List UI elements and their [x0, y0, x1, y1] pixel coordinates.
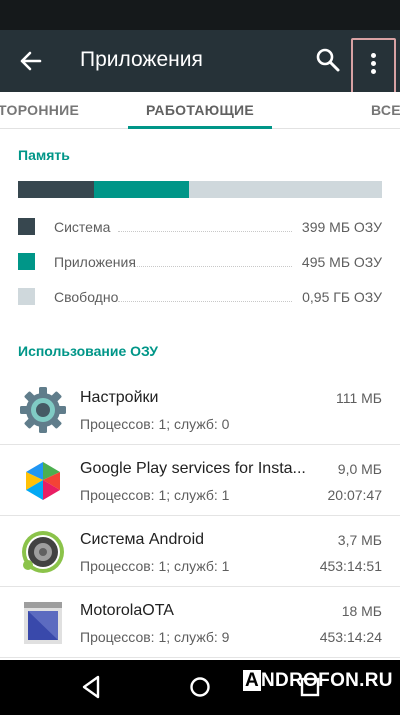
app-ram-size: 3,7 МБ [337, 532, 382, 548]
app-process-info: Процессов: 1; служб: 1 [80, 487, 230, 503]
legend-label: Приложения [54, 254, 136, 270]
ram-usage-section-title: Использование ОЗУ [18, 343, 158, 359]
app-ram-size: 111 МБ [335, 390, 382, 406]
tab-all[interactable]: ВСЕ [371, 102, 400, 118]
tab-bar: ТОРОННИЕ РАБОТАЮЩИЕ ВСЕ [0, 92, 400, 129]
memory-bar-segment [18, 181, 95, 198]
memory-legend-row: Приложения 495 МБ ОЗУ [18, 251, 382, 271]
running-app-row[interactable]: Настройки Процессов: 1; служб: 0 111 МБ [0, 375, 400, 445]
more-vert-icon [371, 53, 376, 77]
legend-leader [118, 266, 292, 267]
app-uptime: 453:14:24 [319, 629, 382, 645]
settings-gear-icon [18, 385, 68, 435]
legend-swatch [18, 288, 35, 305]
memory-bar-segment [94, 181, 190, 198]
legend-value: 495 МБ ОЗУ [301, 254, 382, 270]
memory-usage-bar [18, 181, 382, 198]
app-name: Система Android [80, 531, 205, 548]
tab-running[interactable]: РАБОТАЮЩИЕ [146, 102, 254, 118]
app-uptime: 453:14:51 [319, 558, 382, 574]
motorola-ota-icon [18, 598, 68, 648]
back-arrow-icon[interactable] [14, 46, 46, 76]
app-name: MotorolaOTA [80, 602, 174, 619]
legend-leader [118, 301, 292, 302]
running-app-row[interactable]: Google Play services for Insta... Процесс… [0, 446, 400, 516]
app-uptime: 20:07:47 [327, 487, 383, 503]
memory-bar-segment [189, 181, 382, 198]
memory-section-title: Память [18, 147, 70, 163]
google-play-services-icon [18, 456, 68, 506]
running-app-row[interactable]: Система Android Процессов: 1; служб: 1 3,7… [0, 517, 400, 587]
legend-swatch [18, 253, 35, 270]
nav-back-icon[interactable] [77, 673, 105, 701]
app-process-info: Процессов: 1; служб: 0 [80, 416, 230, 432]
status-bar [0, 0, 400, 30]
legend-label: Система [54, 219, 111, 235]
tab-third-party[interactable]: ТОРОННИЕ [0, 102, 79, 118]
legend-swatch [18, 218, 35, 235]
memory-legend-row: Свободно 0,95 ГБ ОЗУ [18, 286, 382, 306]
overflow-menu-button[interactable] [351, 38, 396, 96]
app-ram-size: 18 МБ [341, 603, 382, 619]
android-system-icon [18, 527, 68, 577]
page-title: Приложения [80, 48, 203, 71]
legend-value: 0,95 ГБ ОЗУ [302, 289, 382, 305]
legend-leader [118, 231, 292, 232]
app-name: Google Play services for Insta... [80, 460, 306, 477]
nav-home-icon[interactable] [186, 673, 214, 701]
running-app-row[interactable]: MotorolaOTA Процессов: 1; служб: 9 18 МБ 45… [0, 588, 400, 658]
watermark: A NDROFON.RU [243, 670, 393, 691]
app-process-info: Процессов: 1; служб: 1 [80, 558, 230, 574]
content: Память Система 399 МБ ОЗУ Приложения 495 МБ… [0, 129, 400, 660]
app-process-info: Процессов: 1; служб: 9 [80, 629, 230, 645]
app-name: Настройки [80, 389, 159, 406]
legend-label: Свободно [54, 289, 119, 305]
app-bar: Приложения [0, 30, 400, 96]
search-icon[interactable] [312, 44, 344, 76]
memory-legend-row: Система 399 МБ ОЗУ [18, 216, 382, 236]
app-ram-size: 9,0 МБ [337, 461, 382, 477]
legend-value: 399 МБ ОЗУ [301, 219, 382, 235]
